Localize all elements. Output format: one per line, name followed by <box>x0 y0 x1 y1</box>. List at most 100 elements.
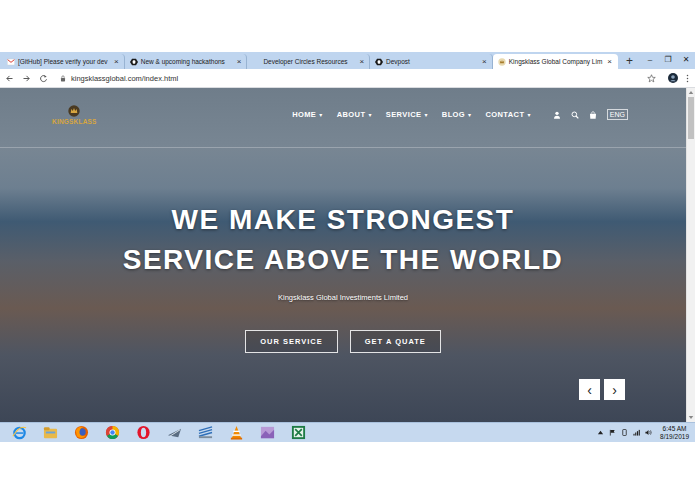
tab-list: [GitHub] Please verify your dev×New & up… <box>2 52 618 69</box>
nav-label: HOME <box>292 110 316 119</box>
hero-buttons: OUR SERVICE GET A QUATE <box>245 330 441 353</box>
tab-close-button[interactable]: × <box>112 58 119 66</box>
lock-icon <box>60 75 66 82</box>
logo-text: KINGSKLASS <box>52 118 97 125</box>
signal-strength-icon[interactable] <box>633 429 640 436</box>
browser-menu-icon[interactable] <box>686 74 689 83</box>
browser-toolbar: kingsklassglobal.com/index.html <box>0 69 695 88</box>
hero-subtitle: Kingsklass Global Investiments Limited <box>278 293 408 302</box>
nav-item[interactable]: SERVICE▾ <box>386 110 428 119</box>
image-app-icon[interactable] <box>260 425 275 440</box>
address-text: kingsklassglobal.com/index.html <box>71 74 642 83</box>
desktop-screen: [GitHub] Please verify your dev×New & up… <box>0 0 695 494</box>
devpost-icon <box>375 58 383 66</box>
header-icons: ENG <box>553 109 628 120</box>
tab-close-button[interactable]: × <box>480 58 487 66</box>
tab-label: Kingsklass Global Company Lim <box>509 58 603 65</box>
nav-item[interactable]: BLOG▾ <box>442 110 472 119</box>
window-controls: –❐✕ <box>641 52 695 67</box>
tab-close-button[interactable]: × <box>605 58 612 66</box>
show-hidden-icons-icon[interactable] <box>597 429 604 436</box>
profile-avatar-icon[interactable] <box>668 73 678 83</box>
slider-next-button[interactable]: › <box>604 379 625 400</box>
crown-emblem-icon <box>68 105 80 117</box>
window-control-button[interactable]: ✕ <box>677 52 695 67</box>
site-header: KINGSKLASSHOME▾ABOUT▾SERVICE▾BLOG▾CONTAC… <box>0 88 686 148</box>
tab-label: New & upcoming hackathons <box>141 58 232 65</box>
slider-arrows: ‹› <box>579 379 625 400</box>
nav-item[interactable]: ABOUT▾ <box>337 110 372 119</box>
tab-strip: [GitHub] Please verify your dev×New & up… <box>0 52 695 69</box>
clock-date: 8/19/2019 <box>660 433 689 440</box>
scroll-down-icon[interactable] <box>688 415 694 420</box>
internet-explorer-icon[interactable] <box>12 425 27 440</box>
opera-icon[interactable] <box>136 425 151 440</box>
nav-label: CONTACT <box>486 110 525 119</box>
devpost-icon <box>130 58 138 66</box>
hero-title: WE MAKE STRONGESTSERVICE ABOVE THE WORLD <box>123 200 564 280</box>
taskbar-clock[interactable]: 6:45 AM8/19/2019 <box>660 425 689 440</box>
nav-label: SERVICE <box>386 110 422 119</box>
browser-tab[interactable]: New & upcoming hackathons× <box>125 54 248 69</box>
firefox-icon[interactable] <box>74 425 89 440</box>
system-tray: 6:45 AM8/19/2019 <box>597 425 689 440</box>
browser-tab[interactable]: Kingsklass Global Company Lim× <box>493 54 618 69</box>
window-control-button[interactable]: – <box>641 52 659 67</box>
kingsklass-favicon-icon <box>498 58 506 66</box>
nav-item[interactable]: CONTACT▾ <box>486 110 531 119</box>
hero-title-line: WE MAKE STRONGEST <box>172 200 515 240</box>
hero-title-line: SERVICE ABOVE THE WORLD <box>123 240 564 280</box>
action-center-flag-icon[interactable] <box>609 429 616 436</box>
main-nav: HOME▾ABOUT▾SERVICE▾BLOG▾CONTACT▾ <box>292 110 531 119</box>
file-explorer-icon[interactable] <box>43 425 58 440</box>
spreadsheet-app-icon[interactable] <box>291 425 306 440</box>
browser-tab[interactable]: [GitHub] Please verify your dev× <box>2 54 125 69</box>
website-page: KINGSKLASSHOME▾ABOUT▾SERVICE▾BLOG▾CONTAC… <box>0 88 686 422</box>
blank-favicon <box>252 58 260 66</box>
site-logo[interactable]: KINGSKLASS <box>52 105 97 125</box>
language-selector[interactable]: ENG <box>607 109 628 120</box>
taskbar: 6:45 AM8/19/2019 <box>0 422 695 442</box>
slider-prev-button[interactable]: ‹ <box>579 379 600 400</box>
address-bar[interactable]: kingsklassglobal.com/index.html <box>56 74 660 83</box>
chrome-icon[interactable] <box>105 425 120 440</box>
nav-label: ABOUT <box>337 110 366 119</box>
nav-item[interactable]: HOME▾ <box>292 110 323 119</box>
bookmark-star-icon[interactable] <box>647 74 656 83</box>
network-app-icon[interactable] <box>198 425 213 440</box>
browser-tab[interactable]: Devpost× <box>370 54 493 69</box>
search-icon[interactable] <box>571 111 579 119</box>
flight-app-icon[interactable] <box>167 425 182 440</box>
nav-caret: ▾ <box>527 111 530 118</box>
new-tab-button[interactable]: + <box>618 55 641 67</box>
tab-label: Developer Circles Resources <box>263 58 354 65</box>
hero-slider: WE MAKE STRONGESTSERVICE ABOVE THE WORLD… <box>0 148 686 422</box>
window-control-button[interactable]: ❐ <box>659 52 677 67</box>
back-arrow-icon[interactable] <box>5 74 14 83</box>
nav-caret: ▾ <box>468 111 471 118</box>
user-icon[interactable] <box>553 111 561 119</box>
nav-caret: ▾ <box>424 111 427 118</box>
hero-button[interactable]: OUR SERVICE <box>245 330 338 353</box>
clock-time: 6:45 AM <box>663 425 687 432</box>
scroll-up-icon[interactable] <box>688 90 694 95</box>
hero-button[interactable]: GET A QUATE <box>350 330 441 353</box>
page-scrollbar[interactable] <box>686 88 695 422</box>
reload-icon[interactable] <box>39 74 48 83</box>
device-icon[interactable] <box>621 429 628 436</box>
speaker-volume-icon[interactable] <box>645 429 652 436</box>
blank-margin <box>0 442 695 494</box>
nav-caret: ▾ <box>368 111 371 118</box>
vlc-icon[interactable] <box>229 425 244 440</box>
browser-window: [GitHub] Please verify your dev×New & up… <box>0 52 695 422</box>
blank-margin <box>0 0 695 52</box>
tab-close-button[interactable]: × <box>235 58 242 66</box>
browser-tab[interactable]: Developer Circles Resources× <box>247 54 370 69</box>
tab-close-button[interactable]: × <box>357 58 364 66</box>
scroll-thumb[interactable] <box>688 97 694 139</box>
tab-label: Devpost <box>386 58 477 65</box>
nav-caret: ▾ <box>319 111 322 118</box>
forward-arrow-icon[interactable] <box>22 74 31 83</box>
shopping-bag-icon[interactable] <box>589 111 597 119</box>
tab-label: [GitHub] Please verify your dev <box>18 58 109 65</box>
